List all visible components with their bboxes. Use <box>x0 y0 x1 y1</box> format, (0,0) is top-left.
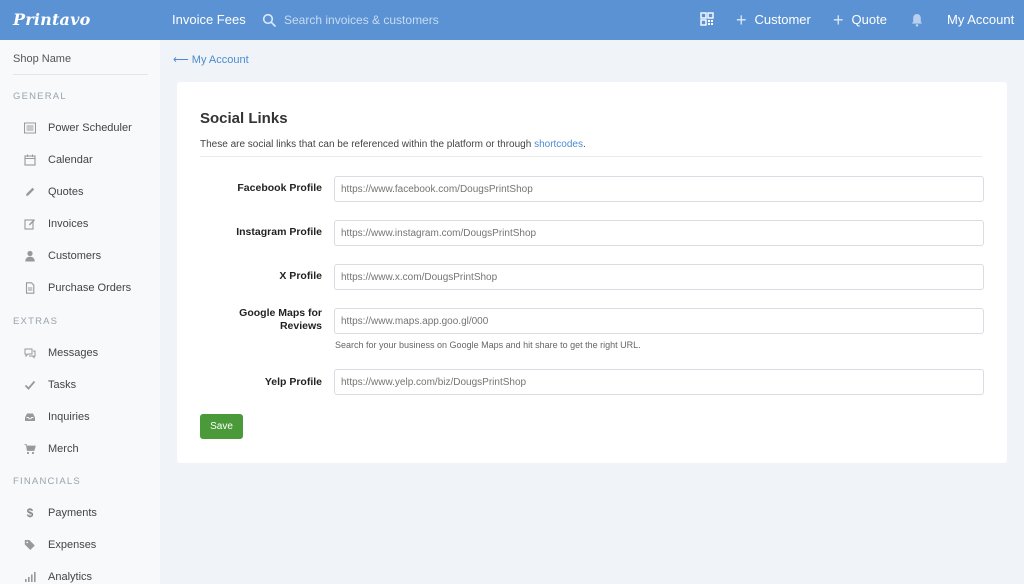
facebook-profile-label: Facebook Profile <box>237 182 322 194</box>
sidebar-item-messages[interactable]: Messages <box>22 346 98 360</box>
search-input[interactable] <box>284 13 544 27</box>
sidebar-item-calendar[interactable]: Calendar <box>22 153 93 167</box>
sidebar-item-label: Calendar <box>48 154 93 166</box>
search-bar[interactable] <box>262 9 562 31</box>
inbox-icon <box>22 410 38 424</box>
add-quote-button[interactable]: + Quote <box>833 9 887 30</box>
sidebar-item-customers[interactable]: Customers <box>22 249 101 263</box>
dollar-icon: $ <box>26 506 34 520</box>
sidebar-item-label: Invoices <box>48 218 89 230</box>
divider <box>200 156 982 157</box>
sidebar-item-inquiries[interactable]: Inquiries <box>22 410 90 424</box>
page-nav-title[interactable]: Invoice Fees <box>172 12 246 27</box>
back-link-label: My Account <box>191 54 249 66</box>
sidebar-item-label: Payments <box>48 507 97 519</box>
instagram-profile-input[interactable] <box>334 220 984 246</box>
sidebar-item-label: Purchase Orders <box>48 282 132 294</box>
google-maps-input[interactable] <box>334 308 984 334</box>
cart-icon <box>22 442 38 456</box>
add-customer-button[interactable]: + Customer <box>736 9 811 30</box>
add-quote-label: Quote <box>851 12 887 27</box>
back-to-my-account-link[interactable]: ⟵ My Account <box>173 53 249 66</box>
calendar-icon <box>22 153 38 167</box>
sidebar-item-power-scheduler[interactable]: Power Scheduler <box>22 121 132 135</box>
bell-icon[interactable] <box>911 13 923 30</box>
sidebar-item-label: Quotes <box>48 186 84 198</box>
sidebar-item-label: Inquiries <box>48 411 90 423</box>
document-icon <box>22 281 38 295</box>
shop-name[interactable]: Shop Name <box>13 53 71 65</box>
qr-code-icon[interactable] <box>700 12 714 29</box>
bar-chart-icon <box>22 570 38 584</box>
sidebar-item-label: Analytics <box>48 571 93 583</box>
description-end: . <box>583 139 586 150</box>
google-maps-help-text: Search for your business on Google Maps … <box>335 340 641 350</box>
yelp-profile-label: Yelp Profile <box>264 376 322 388</box>
plus-icon: + <box>833 9 844 30</box>
top-navbar: Printavo Invoice Fees + Customer + Quote… <box>0 0 1024 40</box>
section-general: GENERAL <box>13 91 67 102</box>
card-title: Social Links <box>200 110 288 127</box>
facebook-profile-input[interactable] <box>334 176 984 202</box>
yelp-profile-input[interactable] <box>334 369 984 395</box>
social-links-card: Social Links These are social links that… <box>177 82 1007 463</box>
sidebar-item-invoices[interactable]: Invoices <box>22 217 88 231</box>
chat-icon <box>22 346 38 360</box>
plus-icon: + <box>736 9 747 30</box>
search-icon <box>262 13 276 27</box>
pencil-icon <box>22 185 38 199</box>
instagram-profile-label: Instagram Profile <box>236 226 322 238</box>
sidebar-item-label: Messages <box>48 347 99 359</box>
sidebar-item-label: Power Scheduler <box>48 122 132 134</box>
sidebar-item-label: Expenses <box>48 539 97 551</box>
sidebar-item-tasks[interactable]: Tasks <box>22 378 76 392</box>
x-profile-label: X Profile <box>279 270 322 282</box>
section-extras: EXTRAS <box>13 316 59 327</box>
sidebar-item-purchase-orders[interactable]: Purchase Orders <box>22 281 131 295</box>
section-financials: FINANCIALS <box>13 476 81 487</box>
list-icon <box>22 121 38 135</box>
sidebar-item-label: Merch <box>48 443 79 455</box>
sidebar-item-payments[interactable]: $ Payments <box>22 506 97 520</box>
sidebar-item-merch[interactable]: Merch <box>22 442 79 456</box>
sidebar-item-analytics[interactable]: Analytics <box>22 570 92 584</box>
person-icon <box>22 249 38 263</box>
edit-icon <box>22 217 38 231</box>
my-account-menu[interactable]: My Account <box>947 12 1014 27</box>
description-text: These are social links that can be refer… <box>200 139 535 150</box>
sidebar-item-expenses[interactable]: Expenses <box>22 538 96 552</box>
card-description: These are social links that can be refer… <box>200 139 586 150</box>
arrow-left-icon: ⟵ <box>173 54 189 66</box>
app-logo[interactable]: Printavo <box>13 10 91 29</box>
sidebar-item-label: Customers <box>48 250 102 262</box>
divider <box>13 74 148 75</box>
shortcodes-link[interactable]: shortcodes <box>534 139 583 150</box>
google-maps-label: Google Maps for Reviews <box>239 307 322 332</box>
check-icon <box>22 378 38 392</box>
x-profile-input[interactable] <box>334 264 984 290</box>
tag-icon <box>22 538 38 552</box>
sidebar-item-label: Tasks <box>48 379 77 391</box>
add-customer-label: Customer <box>754 12 811 27</box>
sidebar-item-quotes[interactable]: Quotes <box>22 185 83 199</box>
save-button[interactable]: Save <box>200 414 243 439</box>
